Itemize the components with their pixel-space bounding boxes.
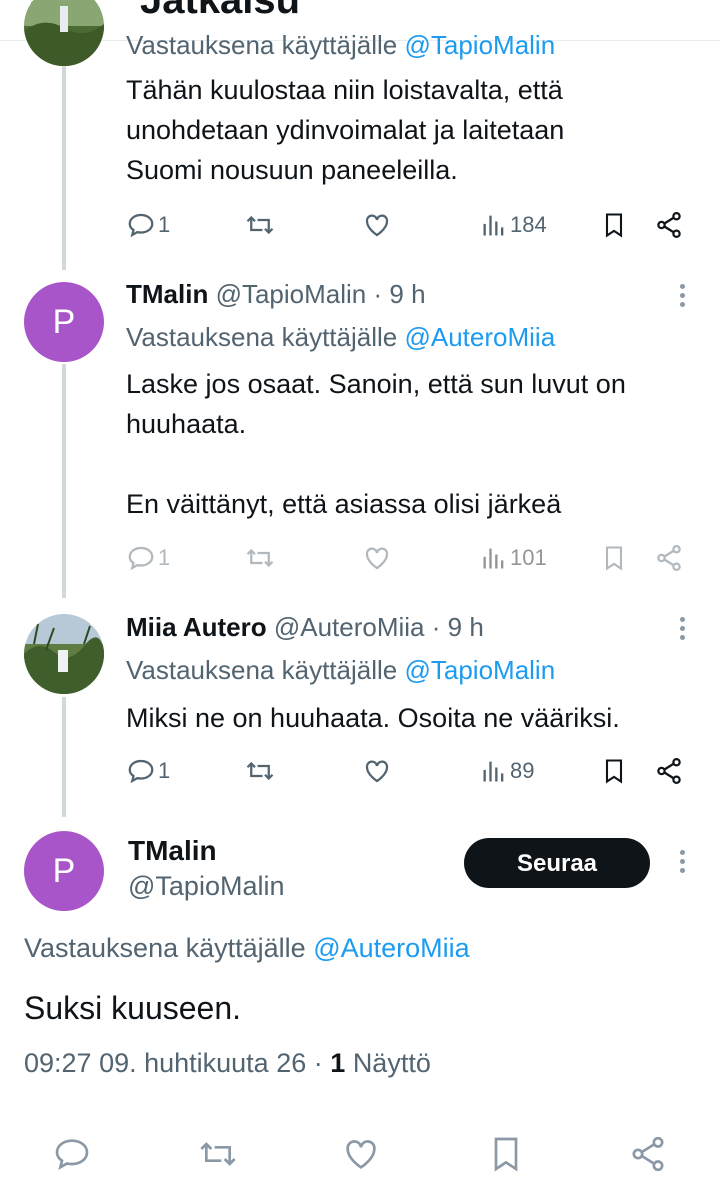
mention-link[interactable]: @AuteroMiia bbox=[404, 322, 555, 352]
tweet-actions: 1 184 bbox=[126, 208, 686, 242]
follow-button[interactable]: Seuraa bbox=[464, 838, 650, 888]
retweet-button[interactable] bbox=[244, 208, 276, 242]
more-icon[interactable] bbox=[672, 284, 692, 314]
share-button[interactable] bbox=[654, 541, 684, 575]
retweet-button[interactable] bbox=[244, 541, 276, 575]
display-name[interactable]: TMalin bbox=[126, 279, 208, 309]
handle[interactable]: @TapioMalin bbox=[216, 279, 367, 309]
share-button[interactable] bbox=[654, 754, 684, 788]
avatar[interactable] bbox=[24, 0, 104, 66]
reply-context: Vastauksena käyttäjälle @AuteroMiia bbox=[24, 933, 470, 963]
mention-link[interactable]: @TapioMalin bbox=[404, 30, 555, 60]
views-icon bbox=[483, 215, 504, 236]
display-name[interactable]: Miia Autero bbox=[126, 612, 267, 642]
thread-line bbox=[62, 62, 66, 270]
tweet-text: Laske jos osaat. Sanoin, että sun luvut … bbox=[126, 369, 626, 519]
tweet-text: Tähän kuulostaa niin loistavalta, että u… bbox=[126, 75, 565, 185]
reply-context: Vastauksena käyttäjälle @AuteroMiia bbox=[126, 322, 556, 352]
retweet-icon bbox=[246, 215, 274, 235]
share-icon bbox=[657, 212, 681, 238]
tweet-actions: 1 89 bbox=[126, 754, 686, 788]
reply-icon bbox=[128, 546, 154, 571]
retweet-icon bbox=[246, 761, 274, 781]
views-icon bbox=[483, 761, 504, 782]
views-button[interactable]: 101 bbox=[480, 541, 547, 575]
timestamp[interactable]: 9 h bbox=[448, 612, 484, 642]
like-icon bbox=[365, 547, 389, 570]
bookmark-icon[interactable] bbox=[486, 1134, 526, 1179]
avatar[interactable]: P bbox=[24, 282, 104, 362]
reply-icon bbox=[128, 213, 154, 238]
share-icon[interactable] bbox=[628, 1134, 668, 1179]
tweet-text: Miksi ne on huuhaata. Osoita ne vääriksi… bbox=[126, 703, 620, 733]
like-button[interactable] bbox=[362, 541, 392, 575]
share-icon bbox=[657, 758, 681, 784]
views-button[interactable]: 89 bbox=[480, 754, 534, 788]
tweet-header: Miia Autero @AuteroMiia · 9 h bbox=[126, 612, 484, 642]
views-label: Näyttö bbox=[352, 1048, 431, 1078]
views-button[interactable]: 184 bbox=[480, 208, 547, 242]
more-icon[interactable] bbox=[672, 617, 692, 647]
views-count: 1 bbox=[330, 1048, 346, 1078]
main-tweet-actions bbox=[0, 1128, 720, 1182]
timestamp[interactable]: 09:27 09. huhtikuuta 26 bbox=[24, 1048, 306, 1078]
retweet-icon[interactable] bbox=[196, 1134, 240, 1179]
bookmark-button[interactable] bbox=[600, 754, 628, 788]
avatar[interactable]: P bbox=[24, 831, 104, 911]
timestamp[interactable]: 9 h bbox=[389, 279, 425, 309]
reply-context: Vastauksena käyttäjälle @TapioMalin bbox=[126, 655, 556, 685]
mention-link[interactable]: @AuteroMiia bbox=[313, 933, 469, 963]
thread-line bbox=[62, 364, 66, 598]
tweet-header: TMalin @TapioMalin · 9 h bbox=[126, 279, 426, 309]
like-button[interactable] bbox=[362, 208, 392, 242]
bookmark-icon bbox=[605, 759, 623, 784]
reply-button[interactable]: 1 bbox=[126, 754, 170, 788]
retweet-button[interactable] bbox=[244, 754, 276, 788]
like-icon bbox=[365, 760, 389, 783]
reply-context: Vastauksena käyttäjälle @TapioMalin bbox=[126, 30, 556, 60]
like-icon bbox=[365, 214, 389, 237]
thread-line bbox=[62, 697, 66, 817]
bookmark-icon bbox=[605, 213, 623, 238]
bookmark-icon bbox=[605, 546, 623, 571]
reply-icon[interactable] bbox=[52, 1134, 92, 1179]
tweet-meta: 09:27 09. huhtikuuta 26 · 1 Näyttö bbox=[24, 1048, 431, 1078]
handle[interactable]: @TapioMalin bbox=[128, 871, 284, 902]
reply-icon bbox=[128, 759, 154, 784]
handle[interactable]: @AuteroMiia bbox=[274, 612, 425, 642]
views-icon bbox=[483, 548, 504, 569]
page-title: Jatkaisu bbox=[140, 0, 301, 22]
like-icon[interactable] bbox=[340, 1134, 382, 1179]
tweet-actions: 1 101 bbox=[126, 541, 686, 575]
like-button[interactable] bbox=[362, 754, 392, 788]
share-button[interactable] bbox=[654, 208, 684, 242]
more-icon[interactable] bbox=[672, 850, 692, 880]
bookmark-button[interactable] bbox=[600, 208, 628, 242]
share-icon bbox=[657, 545, 681, 571]
bookmark-button[interactable] bbox=[600, 541, 628, 575]
retweet-icon bbox=[246, 548, 274, 568]
reply-button[interactable]: 1 bbox=[126, 208, 170, 242]
tweet-text: Suksi kuuseen. bbox=[24, 990, 242, 1026]
avatar[interactable] bbox=[24, 614, 104, 694]
display-name[interactable]: TMalin bbox=[128, 835, 217, 867]
mention-link[interactable]: @TapioMalin bbox=[404, 655, 555, 685]
reply-button[interactable]: 1 bbox=[126, 541, 170, 575]
